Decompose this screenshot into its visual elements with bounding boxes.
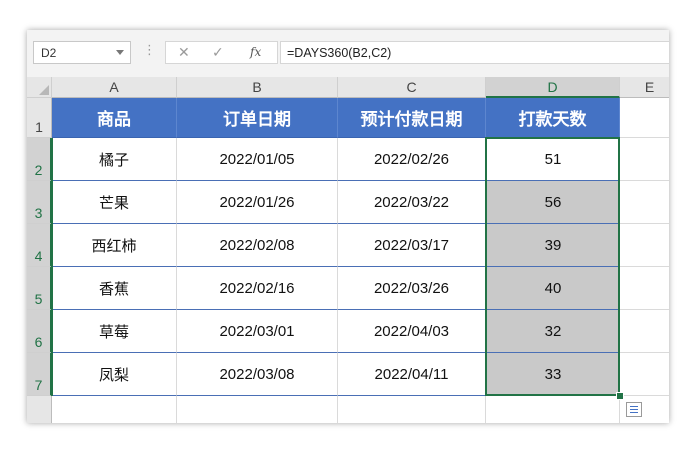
empty-cell[interactable]: [620, 224, 669, 267]
column-header-c[interactable]: C: [338, 77, 486, 98]
result-cell[interactable]: 51: [486, 138, 620, 181]
name-box-value: D2: [41, 46, 57, 60]
row-header-8[interactable]: [27, 396, 52, 423]
table-cell[interactable]: 2022/01/05: [177, 138, 338, 181]
table-cell[interactable]: 凤梨: [52, 353, 177, 396]
table-header-cell[interactable]: 打款天数: [486, 98, 620, 138]
empty-cell[interactable]: [620, 310, 669, 353]
cancel-icon[interactable]: ✕: [178, 44, 190, 61]
column-header-e[interactable]: E: [620, 77, 669, 98]
formula-buttons: ✕ ✓ fx: [165, 41, 278, 64]
table-cell[interactable]: 2022/02/16: [177, 267, 338, 310]
row-number: 5: [34, 291, 43, 307]
result-cell[interactable]: 32: [486, 310, 620, 353]
table-cell[interactable]: 西红柿: [52, 224, 177, 267]
empty-cell[interactable]: [620, 267, 669, 310]
table-cell[interactable]: 橘子: [52, 138, 177, 181]
column-header-a[interactable]: A: [52, 77, 177, 98]
fill-handle[interactable]: [616, 392, 624, 400]
insert-function-icon[interactable]: fx: [250, 45, 261, 59]
table-cell[interactable]: 2022/04/11: [338, 353, 486, 396]
formula-bar: D2 ⋮ ✕ ✓ fx =DAYS360(B2,C2): [27, 30, 669, 77]
empty-cell[interactable]: [620, 353, 669, 396]
table-cell[interactable]: 2022/02/26: [338, 138, 486, 181]
table-cell[interactable]: 2022/04/03: [338, 310, 486, 353]
result-cell[interactable]: 33: [486, 353, 620, 396]
table-cell[interactable]: 2022/03/26: [338, 267, 486, 310]
row-number: 2: [34, 162, 43, 178]
table-cell[interactable]: 香蕉: [52, 267, 177, 310]
column-header-b[interactable]: B: [177, 77, 338, 98]
table-cell[interactable]: 2022/03/08: [177, 353, 338, 396]
result-cell[interactable]: 40: [486, 267, 620, 310]
table-cell[interactable]: 芒果: [52, 181, 177, 224]
row-header-1[interactable]: 1: [27, 98, 52, 138]
name-box[interactable]: D2: [33, 41, 131, 64]
empty-cell[interactable]: [486, 396, 620, 423]
empty-cell[interactable]: [338, 396, 486, 423]
empty-cell[interactable]: [177, 396, 338, 423]
result-cell[interactable]: 56: [486, 181, 620, 224]
table-header-cell[interactable]: 订单日期: [177, 98, 338, 138]
check-icon[interactable]: ✓: [212, 44, 224, 61]
row-number: 3: [34, 205, 43, 221]
row-header-4[interactable]: 4: [27, 224, 52, 267]
empty-cell[interactable]: [52, 396, 177, 423]
row-number: 7: [34, 377, 43, 393]
chevron-down-icon[interactable]: [116, 50, 124, 55]
select-all-corner[interactable]: [27, 77, 52, 98]
table-cell[interactable]: 2022/02/08: [177, 224, 338, 267]
row-number: 1: [35, 119, 43, 135]
row-header-3[interactable]: 3: [27, 181, 52, 224]
formula-input[interactable]: =DAYS360(B2,C2): [280, 41, 669, 64]
column-header-d[interactable]: D: [486, 77, 620, 98]
quick-analysis-icon[interactable]: [626, 402, 642, 417]
table-cell[interactable]: 2022/03/01: [177, 310, 338, 353]
table-cell[interactable]: 草莓: [52, 310, 177, 353]
table-cell[interactable]: 2022/03/17: [338, 224, 486, 267]
empty-cell[interactable]: [620, 181, 669, 224]
row-header-7[interactable]: 7: [27, 353, 52, 396]
row-number: 6: [34, 334, 43, 350]
table-header-cell[interactable]: 商品: [52, 98, 177, 138]
empty-cell[interactable]: [620, 138, 669, 181]
empty-cell[interactable]: [620, 98, 669, 138]
row-header-6[interactable]: 6: [27, 310, 52, 353]
spreadsheet-window: D2 ⋮ ✕ ✓ fx =DAYS360(B2,C2) ABCDE1234567…: [27, 30, 669, 423]
grip-icon: ⋮: [143, 42, 156, 57]
table-header-cell[interactable]: 预计付款日期: [338, 98, 486, 138]
row-number: 4: [34, 248, 43, 264]
table-cell[interactable]: 2022/01/26: [177, 181, 338, 224]
row-header-5[interactable]: 5: [27, 267, 52, 310]
row-header-2[interactable]: 2: [27, 138, 52, 181]
result-cell[interactable]: 39: [486, 224, 620, 267]
table-cell[interactable]: 2022/03/22: [338, 181, 486, 224]
